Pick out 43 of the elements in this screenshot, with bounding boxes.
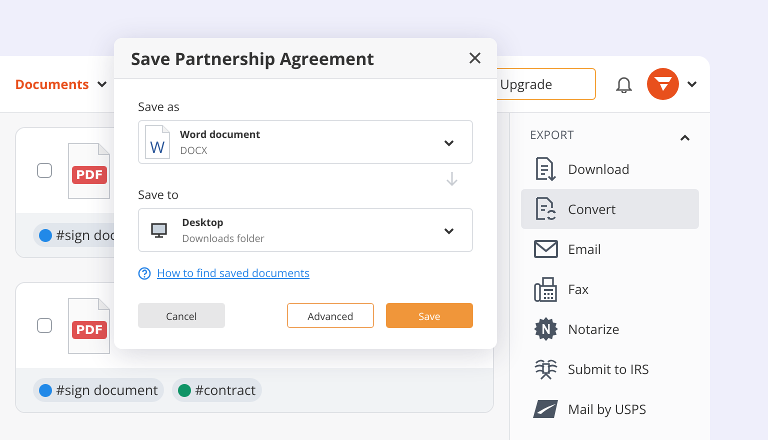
arrow-down-icon: [446, 172, 458, 186]
convert-icon: [534, 196, 558, 222]
envelope-icon: [534, 239, 558, 259]
checkbox[interactable]: [37, 163, 52, 178]
dropdown[interactable]: Desktop Downloads folder: [138, 208, 473, 252]
help-icon: [138, 267, 151, 280]
cancel-button[interactable]: Cancel: [138, 303, 225, 328]
export-option[interactable]: Convert: [521, 189, 699, 229]
checkbox[interactable]: [37, 318, 52, 333]
chevron-down-icon: [444, 140, 454, 147]
dropdown[interactable]: W Word document DOCX: [138, 120, 473, 164]
documents-menu[interactable]: Documents: [15, 75, 107, 93]
chevron-down-icon: [444, 228, 454, 235]
avatar-logo-icon[interactable]: [647, 68, 679, 100]
bell-icon[interactable]: [616, 75, 632, 93]
export-option[interactable]: Download: [521, 149, 699, 189]
collapse-icon[interactable]: [680, 134, 690, 141]
download-icon: [534, 156, 558, 182]
export-option[interactable]: Fax: [521, 269, 699, 309]
export-option[interactable]: Submit to IRS: [521, 349, 699, 389]
field-label: Save to: [138, 186, 180, 202]
upgrade-button[interactable]: Upgrade: [495, 68, 596, 100]
monitor-icon: [151, 222, 167, 238]
seal-icon: [534, 317, 558, 341]
eagle-mail-icon: [533, 399, 559, 419]
export-option[interactable]: Mail by USPS: [521, 389, 699, 429]
dialog-title: Save Partnership Agreement: [131, 46, 374, 70]
field-label: Save as: [138, 98, 180, 114]
tag-chip[interactable]: #sign document: [33, 378, 164, 402]
pdf-file-icon: PDF: [68, 298, 110, 354]
tag-chip[interactable]: #contract: [172, 378, 262, 402]
chevron-down-icon: [97, 80, 107, 88]
help-link[interactable]: How to find saved documents: [157, 266, 310, 281]
export-option[interactable]: Email: [521, 229, 699, 269]
export-option[interactable]: Notarize: [521, 309, 699, 349]
word-file-icon: W: [145, 125, 170, 159]
section-title: EXPORT: [530, 128, 574, 142]
close-icon[interactable]: [469, 52, 481, 64]
eagle-emblem-icon: [534, 357, 558, 381]
advanced-button[interactable]: Advanced: [287, 303, 374, 328]
fax-icon: [534, 276, 558, 302]
pdf-file-icon: PDF: [68, 142, 110, 198]
chevron-down-icon: [687, 80, 697, 88]
